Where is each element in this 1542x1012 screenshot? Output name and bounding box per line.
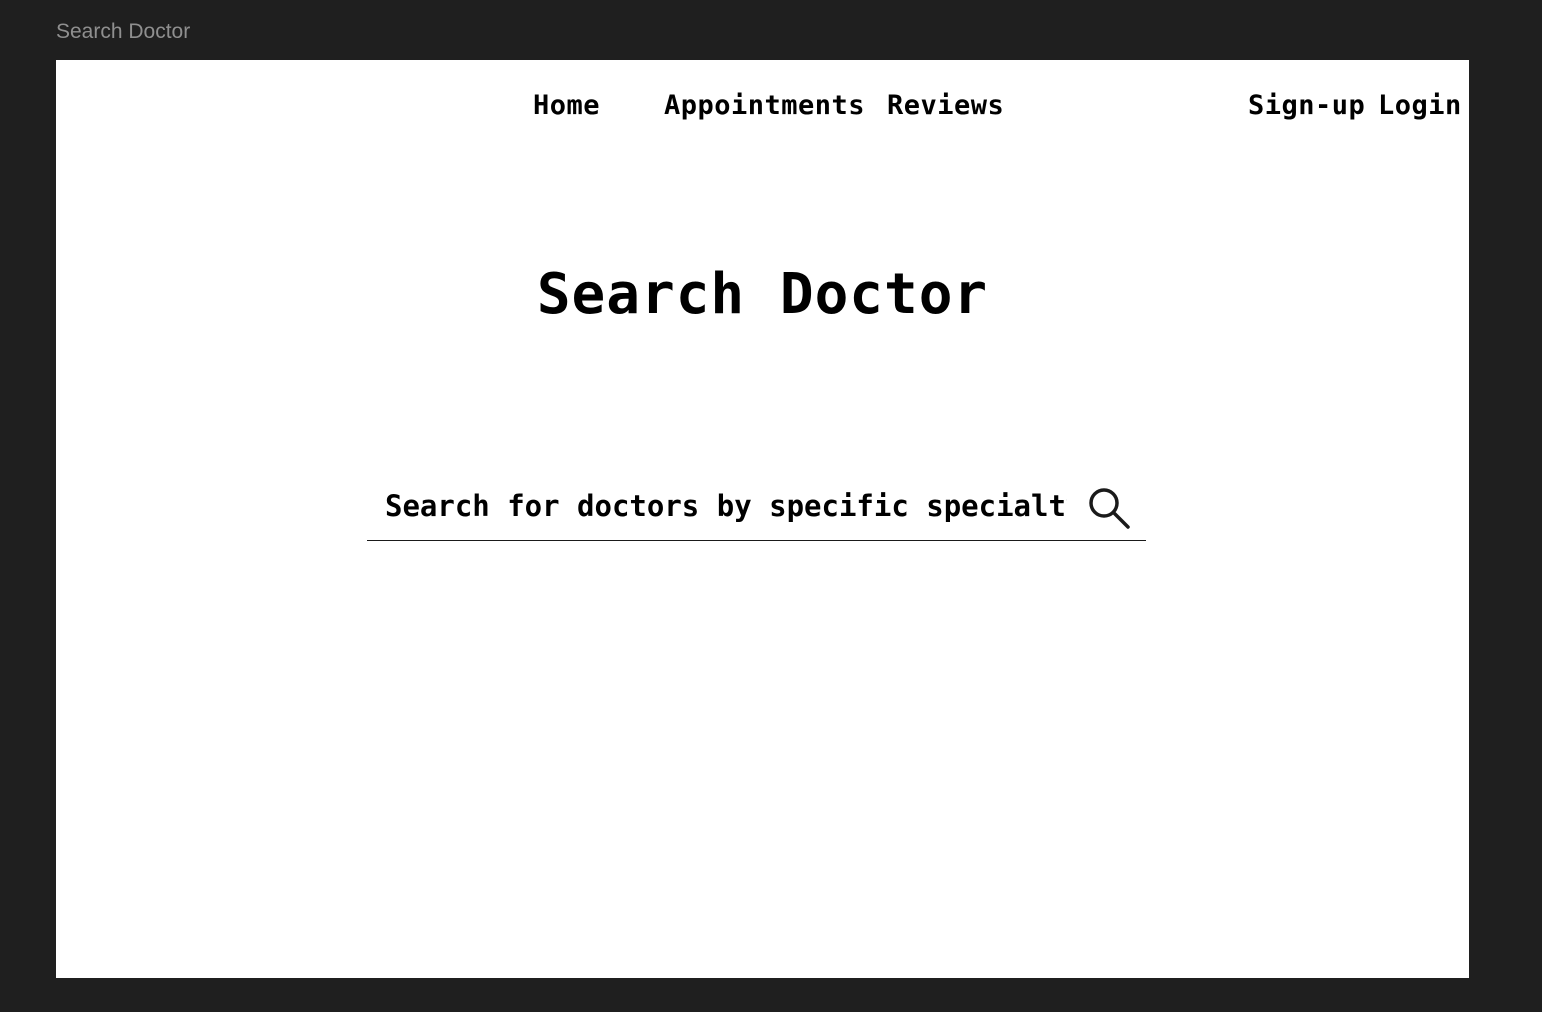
frame-label[interactable]: Search Doctor [56, 19, 190, 45]
canvas-background: Search Doctor Home Appointments Reviews … [0, 0, 1542, 1012]
search-input[interactable] [367, 480, 1067, 532]
nav-link-reviews[interactable]: Reviews [887, 88, 1004, 124]
page-frame: Home Appointments Reviews Sign-up Login … [56, 60, 1469, 978]
login-link[interactable]: Login [1378, 88, 1462, 124]
nav-link-home[interactable]: Home [533, 88, 600, 124]
page-title: Search Doctor [536, 262, 989, 327]
search-bar [367, 472, 1146, 541]
signup-link[interactable]: Sign-up [1248, 88, 1365, 124]
nav-link-appointments[interactable]: Appointments [664, 88, 865, 124]
search-icon[interactable] [1086, 485, 1132, 531]
